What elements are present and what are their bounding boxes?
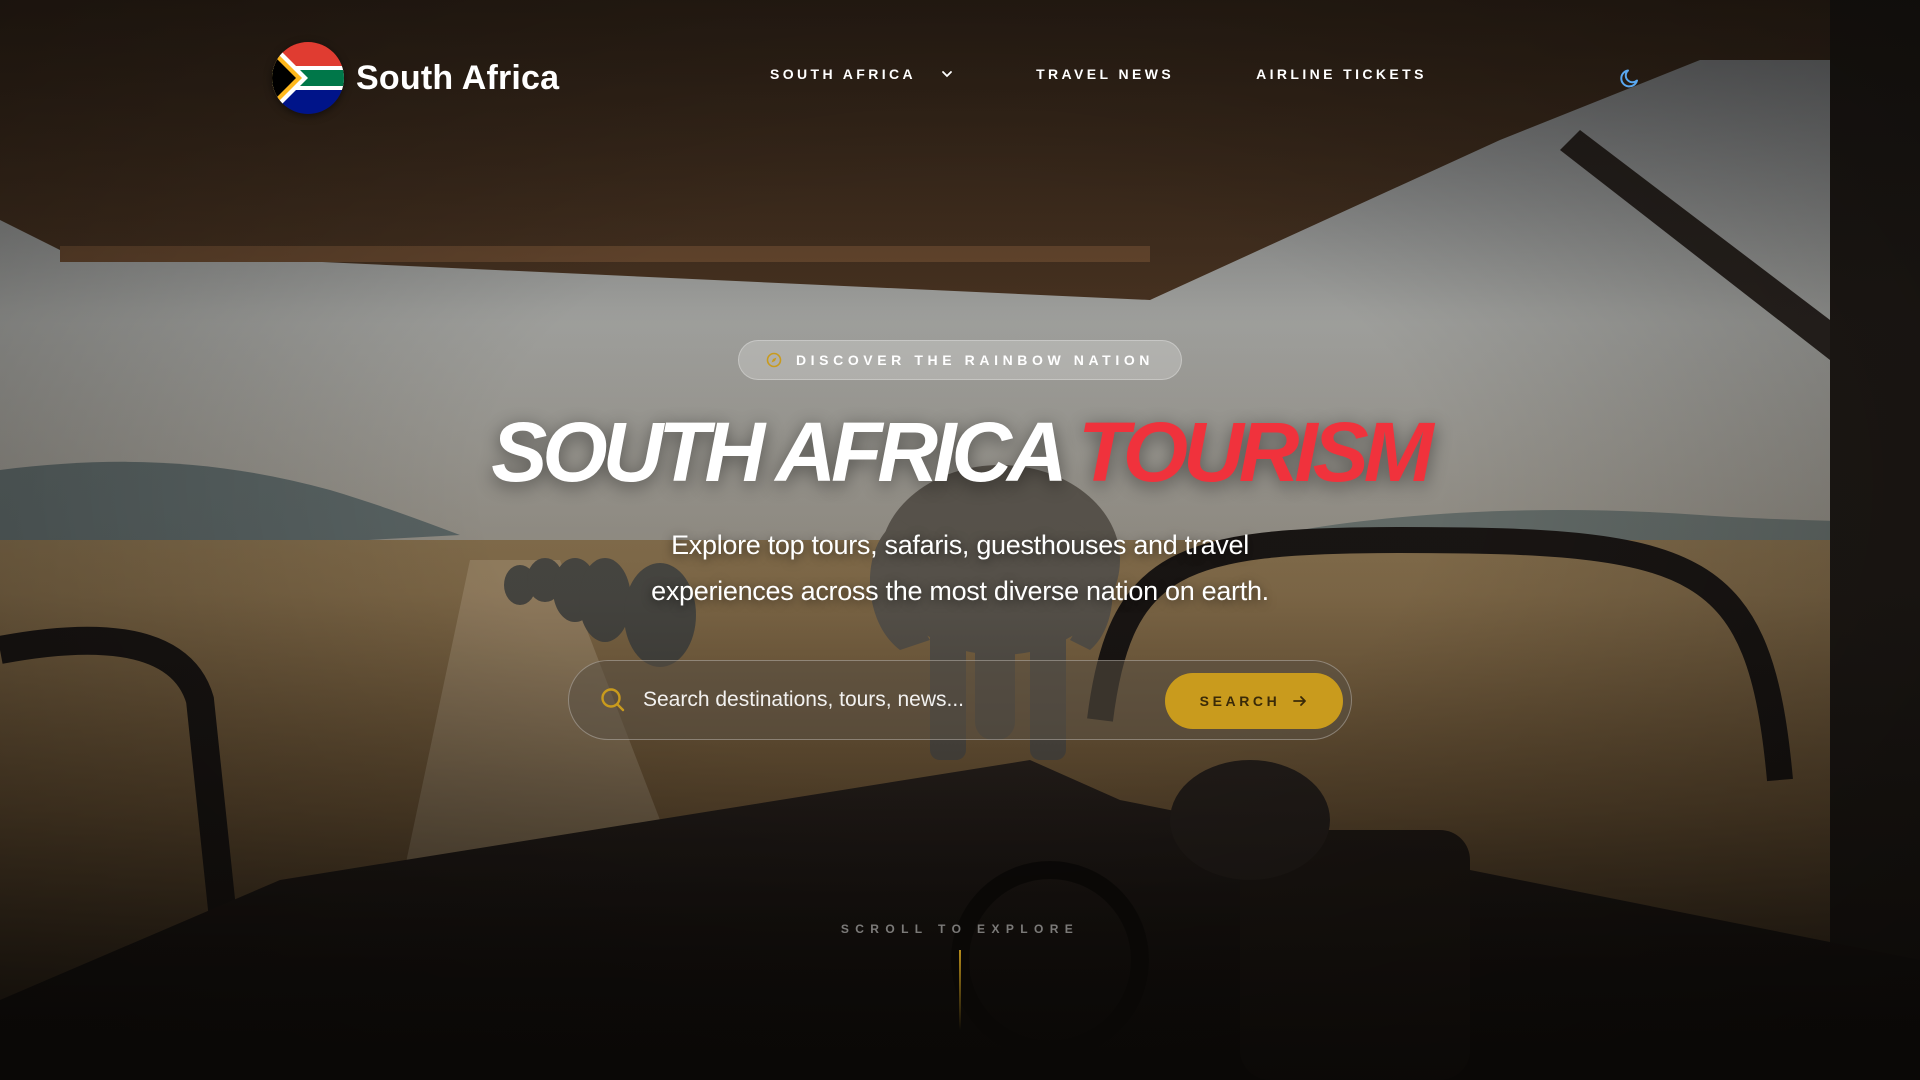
scroll-hint[interactable]: Scroll to explore [0,922,1920,936]
search-button[interactable]: Search [1165,673,1343,729]
search-input[interactable] [643,680,1143,720]
hero-title: SOUTH AFRICA TOURISM [0,402,1920,502]
search-bar: Search [568,660,1352,740]
site-header: South Africa South Africa Travel News Ai… [0,0,1920,160]
search-icon [601,688,625,712]
hero-subtitle: Explore top tours, safaris, guesthouses … [560,522,1360,614]
hero-subtitle-line-1: Explore top tours, safaris, guesthouses … [671,530,1249,560]
hero-section: South Africa South Africa Travel News Ai… [0,0,1920,1080]
tagline-text: Discover the Rainbow Nation [795,352,1155,368]
nav-item-label: Airline Tickets [1256,66,1427,82]
nav-item-label: Travel News [1036,66,1175,82]
nav-item-airline-tickets[interactable]: Airline Tickets [1256,66,1427,82]
nav-item-travel-news[interactable]: Travel News [1036,66,1174,82]
nav-item-label: South Africa [770,66,917,82]
search-button-label: Search [1199,693,1281,709]
arrow-right-icon [1293,696,1307,706]
chevron-down-icon [942,71,952,78]
brand-logo[interactable]: South Africa [272,42,559,114]
moon-icon[interactable] [1618,66,1642,90]
brand-name: South Africa [356,58,560,97]
hero-title-accent: TOURISM [1077,405,1434,499]
hero-title-primary: SOUTH AFRICA [491,405,1064,499]
main-nav: South Africa Travel News Airline Tickets [770,66,1427,82]
hero-subtitle-line-2: experiences across the most diverse nati… [651,576,1269,606]
compass-icon [766,352,782,368]
scroll-indicator-line [959,950,961,1030]
nav-item-south-africa[interactable]: South Africa [770,66,954,82]
south-africa-flag-icon [272,42,344,114]
tagline-badge: Discover the Rainbow Nation [738,340,1182,380]
